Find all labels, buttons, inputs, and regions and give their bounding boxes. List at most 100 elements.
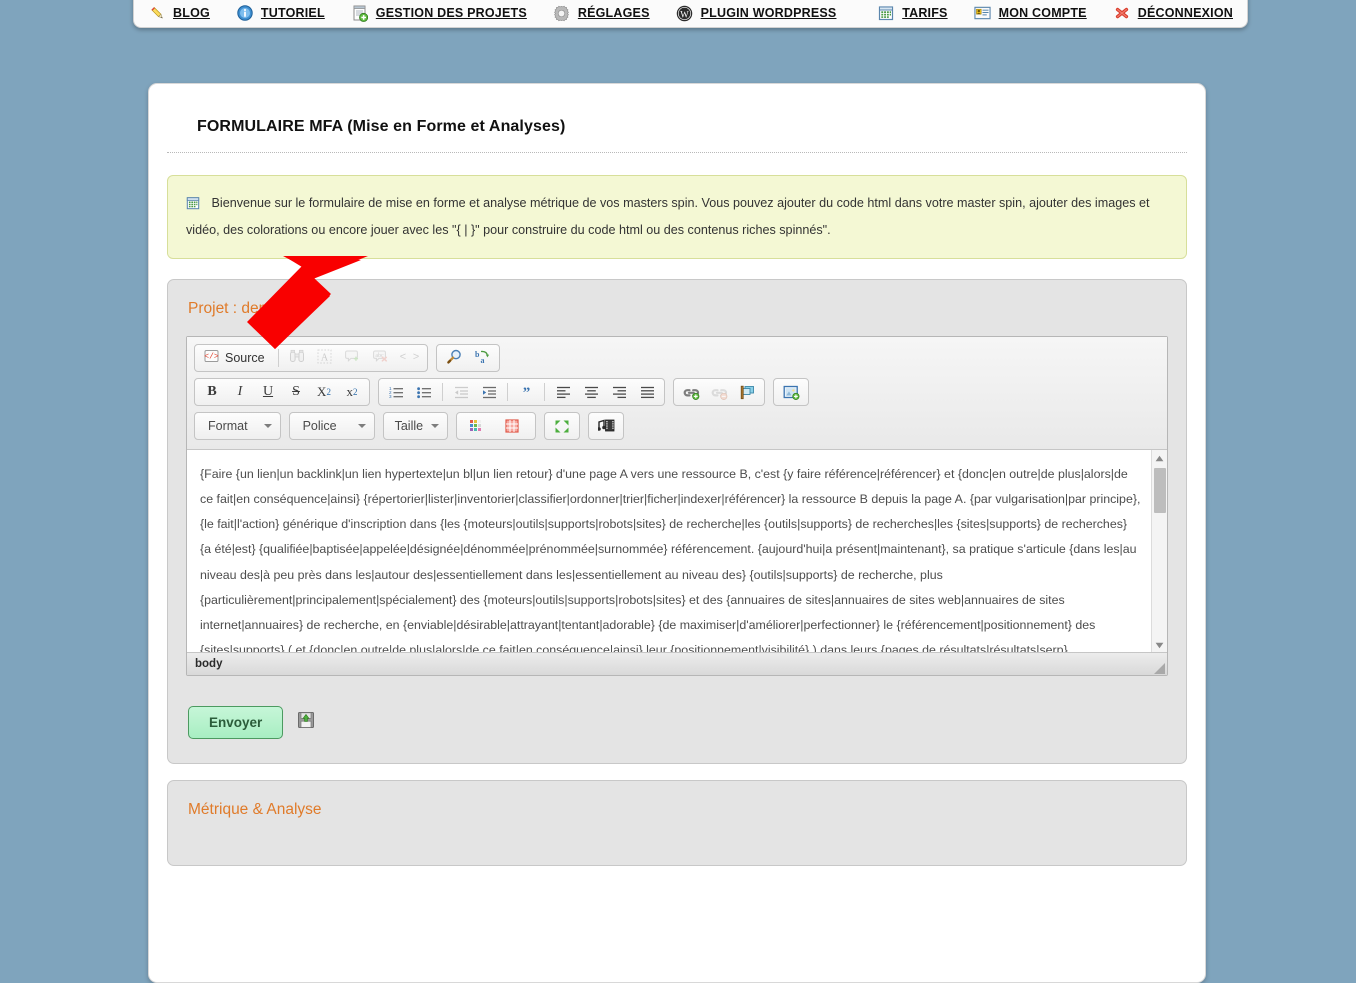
id-card-icon [974, 4, 992, 22]
toolbar-group-document: </> Source A abc < > [194, 344, 429, 373]
nav-item-label: TARIFS [902, 6, 948, 20]
editor-resize-handle[interactable] [1151, 660, 1165, 675]
indent-button[interactable] [476, 381, 502, 403]
find-button[interactable] [284, 347, 310, 369]
scrollbar-thumb[interactable] [1154, 468, 1166, 514]
scayt-button[interactable]: abc [368, 347, 394, 369]
editor-vertical-scrollbar[interactable] [1151, 450, 1167, 653]
nav-item-plugin-wordpress[interactable]: W PLUGIN WORDPRESS [676, 4, 837, 22]
rich-text-editor: </> Source A abc < > b a B I U S X 2 x 2… [186, 336, 1168, 677]
gear-icon [553, 4, 571, 22]
nav-item-mon-compte[interactable]: MON COMPTE [974, 4, 1087, 22]
background-color-button[interactable] [497, 415, 531, 437]
format-select[interactable]: Format [194, 412, 281, 441]
media-embed-button[interactable] [593, 415, 619, 437]
bold-button[interactable]: B [199, 381, 225, 403]
binoculars-icon [289, 349, 305, 367]
editor-toolbar-row-2: B I U S X2 x2 123 ” [192, 377, 1162, 411]
link-button[interactable] [678, 381, 704, 403]
align-justify-button[interactable] [634, 381, 660, 403]
nav-item-blog[interactable]: BLOG [148, 4, 210, 22]
strikethrough-button[interactable]: S [283, 381, 309, 403]
nav-item-label: GESTION DES PROJETS [375, 6, 527, 20]
toolbar-separator [442, 383, 443, 402]
superscript-digit: 2 [353, 387, 358, 398]
main-content-card: FORMULAIRE MFA (Mise en Forme et Analyse… [148, 83, 1206, 983]
bulleted-list-button[interactable] [411, 381, 437, 403]
size-select[interactable]: Taille [382, 412, 449, 441]
svg-text:”: ” [522, 386, 530, 399]
svg-text:3: 3 [389, 394, 392, 399]
editor-toolbar-row-1: </> Source A abc < > b a [192, 343, 1162, 377]
numbered-list-button[interactable]: 123 [383, 381, 409, 403]
nav-item-reglages[interactable]: RÉGLAGES [553, 4, 650, 22]
element-path[interactable]: body [195, 658, 222, 670]
metrics-panel-title: Métrique & Analyse [188, 801, 322, 819]
nav-item-tarifs[interactable]: TARIFS [877, 4, 947, 22]
metrics-panel: Métrique & Analyse [167, 780, 1187, 867]
strikethrough-label: S [292, 384, 300, 400]
title-divider [167, 152, 1187, 153]
chevron-down-icon [431, 424, 440, 429]
editor-toolbars: </> Source A abc < > b a B I U S X 2 x 2… [187, 337, 1167, 451]
save-disk-icon[interactable] [297, 711, 315, 734]
document-add-icon [351, 4, 369, 22]
image-button[interactable] [778, 381, 804, 403]
nav-right-group: TARIFS MON COMPTE DÉCONNEXION [877, 4, 1233, 22]
calendar-icon [186, 197, 204, 213]
nav-item-label: RÉGLAGES [577, 6, 650, 20]
pencil-icon [148, 4, 166, 22]
scroll-up-arrow-icon[interactable] [1152, 450, 1167, 466]
nav-item-deconnexion[interactable]: DÉCONNEXION [1113, 4, 1233, 22]
align-center-button[interactable] [578, 381, 604, 403]
subscript-digit: 2 [326, 387, 331, 398]
source-button-label: Source [225, 351, 265, 366]
svg-text:b: b [475, 350, 480, 359]
welcome-notice-text: Bienvenue sur le formulaire de mise en f… [186, 196, 1150, 238]
text-color-button[interactable] [461, 415, 495, 437]
font-select[interactable]: Police [288, 412, 375, 441]
subscript-button[interactable]: X2 [311, 381, 337, 403]
superscript-button[interactable]: x2 [339, 381, 365, 403]
select-all-button[interactable]: A [312, 347, 338, 369]
magnifier-icon [446, 349, 463, 368]
toolbar-separator [544, 383, 545, 402]
size-select-label: Taille [394, 419, 424, 434]
nav-item-gestion-des-projets[interactable]: GESTION DES PROJETS [351, 4, 527, 22]
svg-text:</>: </> [204, 353, 219, 362]
maximize-button[interactable] [549, 415, 575, 437]
spellcheck-button[interactable] [340, 347, 366, 369]
scroll-down-arrow-icon[interactable] [1152, 637, 1167, 652]
toolbar-group-basicstyles: B I U S X2 x2 [194, 378, 370, 407]
underline-button[interactable]: U [255, 381, 281, 403]
submit-button[interactable]: Envoyer [188, 706, 284, 740]
align-left-button[interactable] [550, 381, 576, 403]
nav-item-label: TUTORIEL [260, 6, 325, 20]
toolbar-separator [507, 383, 508, 402]
underline-label: U [262, 384, 274, 400]
editor-status-bar: body [187, 653, 1167, 676]
replace-button[interactable]: b a [469, 347, 495, 369]
svg-text:A: A [321, 353, 329, 364]
editor-content-area[interactable]: {Faire {un lien|un backlink|un lien hype… [187, 450, 1167, 654]
show-blocks-button[interactable]: < > [396, 347, 424, 369]
outdent-button[interactable] [448, 381, 474, 403]
anchor-button[interactable] [734, 381, 760, 403]
nav-item-label: MON COMPTE [998, 6, 1087, 20]
bold-label: B [207, 384, 217, 400]
search-button[interactable] [441, 347, 467, 369]
project-panel: Projet : dem </> Source A abc < > b a B … [167, 279, 1187, 765]
blockquote-button[interactable]: ” [513, 381, 539, 403]
toolbar-group-search: b a [436, 344, 501, 373]
align-right-button[interactable] [606, 381, 632, 403]
source-button[interactable]: </> Source [199, 347, 273, 369]
project-panel-title: Projet : dem [188, 300, 272, 318]
chevron-down-icon [263, 424, 272, 429]
toolbar-group-paragraph: 123 ” [378, 378, 665, 407]
unlink-button[interactable] [706, 381, 732, 403]
scayt-icon: abc [372, 349, 389, 367]
welcome-notice: Bienvenue sur le formulaire de mise en f… [167, 175, 1187, 260]
nav-item-tutoriel[interactable]: TUTORIEL [236, 4, 325, 22]
italic-button[interactable]: I [227, 381, 253, 403]
editor-text-content[interactable]: {Faire {un lien|un backlink|un lien hype… [187, 450, 1167, 652]
